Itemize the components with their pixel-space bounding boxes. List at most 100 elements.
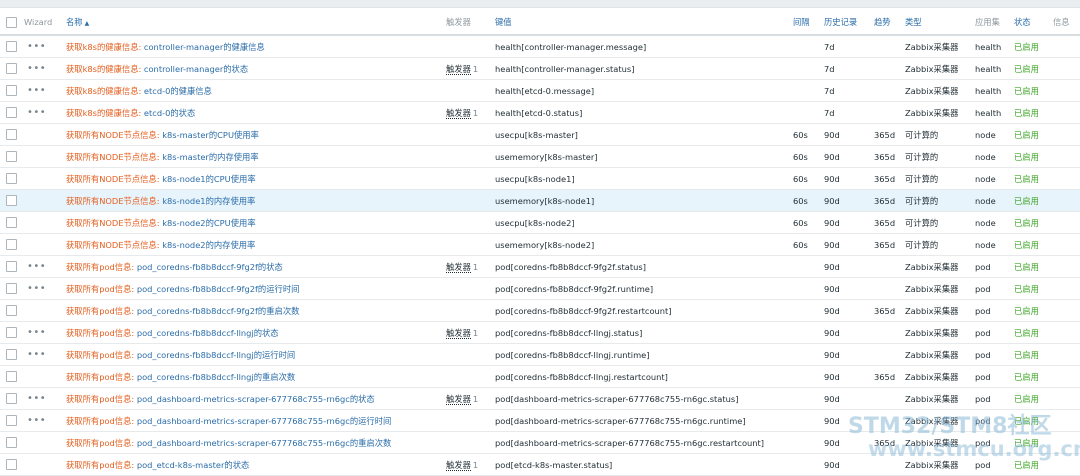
row-checkbox[interactable]: [6, 283, 17, 294]
status-toggle[interactable]: 已启用: [1014, 86, 1039, 96]
table-row[interactable]: 获取所有pod信息: pod_coredns-fb8b8dccf-9fg2f的重…: [0, 299, 1080, 322]
status-toggle[interactable]: 已启用: [1014, 328, 1039, 338]
item-name-link[interactable]: controller-manager的健康信息: [144, 42, 265, 52]
wizard-menu-icon[interactable]: [24, 437, 27, 448]
header-interval[interactable]: 间隔: [793, 10, 824, 36]
discovery-rule-link[interactable]: 获取所有NODE节点信息:: [66, 218, 160, 228]
discovery-rule-link[interactable]: 获取所有NODE节点信息:: [66, 240, 160, 250]
status-toggle[interactable]: 已启用: [1014, 196, 1039, 206]
wizard-menu-icon[interactable]: [24, 371, 27, 382]
row-checkbox[interactable]: [6, 327, 17, 338]
status-toggle[interactable]: 已启用: [1014, 152, 1039, 162]
item-name-link[interactable]: k8s-node1的内存使用率: [162, 196, 255, 206]
discovery-rule-link[interactable]: 获取所有pod信息:: [66, 284, 134, 294]
discovery-rule-link[interactable]: 获取所有NODE节点信息:: [66, 196, 160, 206]
status-toggle[interactable]: 已启用: [1014, 460, 1039, 470]
status-toggle[interactable]: 已启用: [1014, 262, 1039, 272]
header-key[interactable]: 键值: [495, 10, 793, 36]
status-toggle[interactable]: 已启用: [1014, 108, 1039, 118]
wizard-menu-icon[interactable]: •••: [24, 327, 46, 338]
table-row[interactable]: ••• 获取所有pod信息: pod_coredns-fb8b8dccf-9fg2…: [0, 255, 1080, 278]
select-all-checkbox[interactable]: [6, 16, 17, 28]
table-row[interactable]: 获取所有NODE节点信息: k8s-node1的CPU使用率 usecpu[k8s…: [0, 167, 1080, 190]
discovery-rule-link[interactable]: 获取所有pod信息:: [66, 262, 134, 272]
discovery-rule-link[interactable]: 获取所有pod信息:: [66, 306, 134, 316]
status-toggle[interactable]: 已启用: [1014, 350, 1039, 360]
item-name-link[interactable]: pod_coredns-fb8b8dccf-9fg2f的重启次数: [137, 306, 300, 316]
triggers-link[interactable]: 触发器: [446, 261, 471, 273]
status-toggle[interactable]: 已启用: [1014, 284, 1039, 294]
table-row[interactable]: ••• 获取所有pod信息: pod_coredns-fb8b8dccf-9fg2…: [0, 277, 1080, 300]
header-trends[interactable]: 趋势: [874, 10, 905, 36]
item-name-link[interactable]: pod_dashboard-metrics-scraper-677768c755…: [137, 416, 391, 426]
row-checkbox[interactable]: [6, 151, 17, 162]
row-checkbox[interactable]: [6, 239, 17, 250]
wizard-menu-icon[interactable]: •••: [24, 85, 46, 96]
item-name-link[interactable]: k8s-node2的内存使用率: [162, 240, 255, 250]
table-row[interactable]: 获取所有NODE节点信息: k8s-node2的内存使用率 usememory[k…: [0, 233, 1080, 256]
item-name-link[interactable]: pod_dashboard-metrics-scraper-677768c755…: [137, 438, 391, 448]
wizard-menu-icon[interactable]: [24, 195, 27, 206]
discovery-rule-link[interactable]: 获取所有NODE节点信息:: [66, 174, 160, 184]
triggers-link[interactable]: 触发器: [446, 393, 471, 405]
table-row[interactable]: ••• 获取k8s的健康信息: etcd-0的状态 触发器 1 health[etcd-…: [0, 101, 1080, 124]
header-name-label[interactable]: 名称: [66, 17, 83, 27]
status-toggle[interactable]: 已启用: [1014, 130, 1039, 140]
table-row[interactable]: ••• 获取所有pod信息: pod_coredns-fb8b8dccf-llng…: [0, 321, 1080, 344]
row-checkbox[interactable]: [6, 305, 17, 316]
wizard-menu-icon[interactable]: •••: [24, 415, 46, 426]
discovery-rule-link[interactable]: 获取k8s的健康信息:: [66, 64, 141, 74]
table-row[interactable]: ••• 获取k8s的健康信息: controller-manager的状态 触发器 1…: [0, 57, 1080, 80]
status-toggle[interactable]: 已启用: [1014, 306, 1039, 316]
wizard-menu-icon[interactable]: [24, 239, 27, 250]
item-name-link[interactable]: pod_dashboard-metrics-scraper-677768c755…: [137, 394, 375, 404]
wizard-menu-icon[interactable]: •••: [24, 107, 46, 118]
wizard-menu-icon[interactable]: [24, 459, 27, 470]
wizard-menu-icon[interactable]: [24, 173, 27, 184]
header-name[interactable]: 名称 ▲: [66, 10, 446, 36]
status-toggle[interactable]: 已启用: [1014, 240, 1039, 250]
discovery-rule-link[interactable]: 获取所有pod信息:: [66, 328, 134, 338]
row-checkbox[interactable]: [6, 173, 17, 184]
wizard-menu-icon[interactable]: •••: [24, 261, 46, 272]
sort-ascending-icon[interactable]: ▲: [85, 20, 90, 27]
table-row[interactable]: 获取所有NODE节点信息: k8s-node2的CPU使用率 usecpu[k8s…: [0, 211, 1080, 234]
status-toggle[interactable]: 已启用: [1014, 394, 1039, 404]
row-checkbox[interactable]: [6, 437, 17, 448]
item-name-link[interactable]: pod_coredns-fb8b8dccf-9fg2f的运行时间: [137, 284, 300, 294]
table-row[interactable]: ••• 获取k8s的健康信息: etcd-0的健康信息 health[etcd-0.…: [0, 79, 1080, 102]
row-checkbox[interactable]: [6, 195, 17, 206]
discovery-rule-link[interactable]: 获取k8s的健康信息:: [66, 86, 141, 96]
discovery-rule-link[interactable]: 获取所有pod信息:: [66, 372, 134, 382]
header-status[interactable]: 状态: [1014, 10, 1053, 36]
wizard-menu-icon[interactable]: •••: [24, 349, 46, 360]
item-name-link[interactable]: k8s-master的CPU使用率: [162, 130, 259, 140]
item-name-link[interactable]: pod_etcd-k8s-master的状态: [137, 460, 250, 470]
triggers-link[interactable]: 触发器: [446, 107, 471, 119]
item-name-link[interactable]: etcd-0的健康信息: [144, 86, 212, 96]
item-name-link[interactable]: pod_coredns-fb8b8dccf-9fg2f的状态: [137, 262, 283, 272]
header-type[interactable]: 类型: [905, 10, 975, 36]
item-name-link[interactable]: pod_coredns-fb8b8dccf-llngj的状态: [137, 328, 279, 338]
triggers-link[interactable]: 触发器: [446, 327, 471, 339]
wizard-menu-icon[interactable]: •••: [24, 393, 46, 404]
discovery-rule-link[interactable]: 获取所有pod信息:: [66, 416, 134, 426]
wizard-menu-icon[interactable]: [24, 305, 27, 316]
wizard-menu-icon[interactable]: •••: [24, 283, 46, 294]
discovery-rule-link[interactable]: 获取所有pod信息:: [66, 460, 134, 470]
discovery-rule-link[interactable]: 获取k8s的健康信息:: [66, 42, 141, 52]
row-checkbox[interactable]: [6, 41, 17, 52]
row-checkbox[interactable]: [6, 393, 17, 404]
discovery-rule-link[interactable]: 获取所有pod信息:: [66, 350, 134, 360]
row-checkbox[interactable]: [6, 415, 17, 426]
item-name-link[interactable]: k8s-node1的CPU使用率: [162, 174, 255, 184]
item-name-link[interactable]: controller-manager的状态: [144, 64, 248, 74]
item-name-link[interactable]: k8s-node2的CPU使用率: [162, 218, 255, 228]
row-checkbox[interactable]: [6, 217, 17, 228]
item-name-link[interactable]: pod_coredns-fb8b8dccf-llngj的重启次数: [137, 372, 295, 382]
row-checkbox[interactable]: [6, 85, 17, 96]
discovery-rule-link[interactable]: 获取k8s的健康信息:: [66, 108, 141, 118]
status-toggle[interactable]: 已启用: [1014, 218, 1039, 228]
item-name-link[interactable]: etcd-0的状态: [144, 108, 195, 118]
header-history[interactable]: 历史记录: [824, 10, 874, 36]
